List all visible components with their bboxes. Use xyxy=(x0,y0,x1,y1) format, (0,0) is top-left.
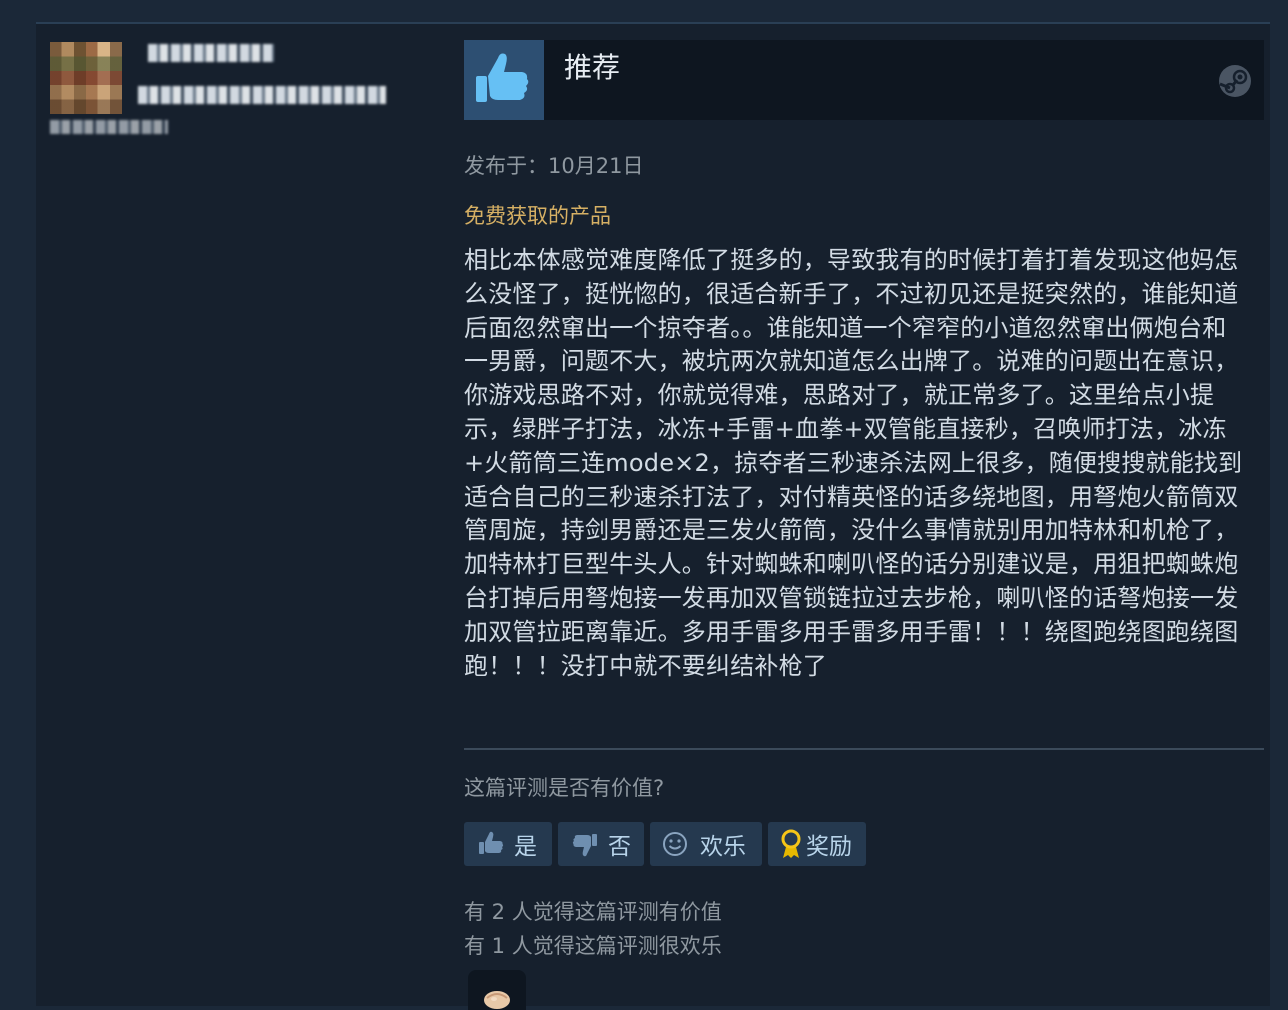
vote-funny-label: 欢乐 xyxy=(700,834,746,860)
award-ribbon-icon xyxy=(781,829,801,858)
vote-no-button[interactable]: 否 xyxy=(558,822,644,866)
thumbs-up-icon xyxy=(479,831,504,854)
thumbs-down-icon xyxy=(572,834,597,857)
review-body: 相比本体感觉难度降低了挺多的，导致我有的时候打着打着发现这他妈怎么没怪了，挺恍惚… xyxy=(464,246,1243,680)
steam-logo-icon xyxy=(1218,64,1252,98)
author-reviews-redacted xyxy=(50,120,168,134)
free-product-label: 免费获取的产品 xyxy=(464,204,611,228)
helpful-question: 这篇评测是否有价值? xyxy=(464,776,665,800)
award-button[interactable]: 奖励 xyxy=(768,822,866,866)
helpful-count: 有 2 人觉得这篇评测有价值 xyxy=(464,900,722,924)
vote-funny-button[interactable]: 欢乐 xyxy=(650,822,762,866)
funny-count: 有 1 人觉得这篇评测很欢乐 xyxy=(464,934,722,958)
verdict-header-bar xyxy=(544,40,1264,120)
award-label: 奖励 xyxy=(806,834,852,860)
author-block xyxy=(36,30,436,150)
smiley-icon xyxy=(663,832,687,856)
vote-yes-button[interactable]: 是 xyxy=(464,822,552,866)
verdict-title: 推荐 xyxy=(564,51,621,84)
verdict-thumb-box xyxy=(464,40,544,120)
received-award-badge[interactable] xyxy=(468,970,526,1010)
vote-yes-label: 是 xyxy=(514,834,537,860)
author-name-redacted[interactable] xyxy=(148,44,274,62)
author-stats-redacted xyxy=(138,86,386,104)
thumbs-up-icon xyxy=(476,53,529,102)
vote-no-label: 否 xyxy=(608,834,631,860)
avatar[interactable] xyxy=(50,42,122,114)
top-strip xyxy=(0,0,1288,24)
posted-date: 发布于：10月21日 xyxy=(464,154,644,178)
award-emoji-icon xyxy=(484,991,510,1009)
review-divider xyxy=(464,748,1264,750)
